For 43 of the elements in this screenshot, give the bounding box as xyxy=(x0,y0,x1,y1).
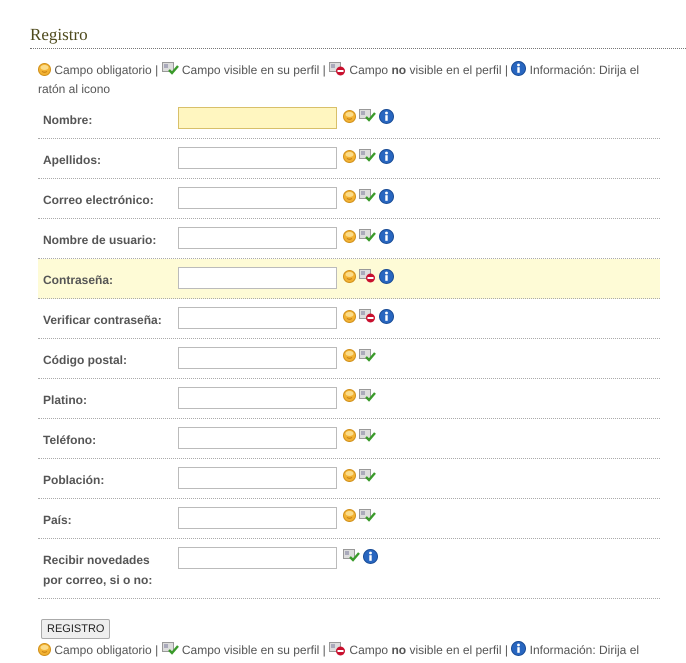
legend-text: ratón al icono xyxy=(38,82,110,96)
smiley-icon xyxy=(38,62,51,76)
legend-text: Campo no visible en el perfil | xyxy=(349,62,508,76)
field-label: Verificar contraseña: xyxy=(43,312,163,328)
legend-text: Campo visible en su perfil | xyxy=(182,642,326,656)
input-field[interactable] xyxy=(178,186,337,208)
input-field[interactable] xyxy=(178,146,337,168)
input-field[interactable] xyxy=(178,106,337,128)
legend-text: Campo obligatorio | xyxy=(54,642,158,656)
field-label: País: xyxy=(43,512,73,528)
field-label: Código postal: xyxy=(43,352,128,368)
field-label: Recibir novedades por correo, si o no: xyxy=(43,552,154,588)
field-label: Nombre de usuario: xyxy=(43,232,158,248)
field-label: Contraseña: xyxy=(43,272,114,288)
input-field[interactable] xyxy=(178,226,337,248)
legend-text: Campo visible en su perfil | xyxy=(182,62,326,76)
card-block-icon xyxy=(329,642,346,656)
field-label: Platino: xyxy=(43,392,88,408)
legend-text: Campo no visible en el perfil | xyxy=(349,642,508,656)
input-field[interactable] xyxy=(178,426,337,448)
input-field[interactable] xyxy=(178,506,337,528)
field-label: Teléfono: xyxy=(43,432,98,448)
input-field[interactable] xyxy=(178,266,337,288)
card-check-icon xyxy=(162,62,179,76)
card-block-icon xyxy=(329,62,346,76)
card-check-icon xyxy=(162,642,179,656)
input-field[interactable] xyxy=(178,346,337,368)
field-label: Apellidos: xyxy=(43,152,102,168)
field-label: Nombre: xyxy=(43,112,94,128)
legend-text: Información: Dirija el xyxy=(530,642,640,656)
field-label: Población: xyxy=(43,472,106,488)
info-icon xyxy=(511,60,526,76)
input-field[interactable] xyxy=(178,386,337,408)
input-field[interactable] xyxy=(178,466,337,488)
page-title: Registro xyxy=(30,24,88,46)
smiley-icon xyxy=(38,642,51,656)
register-button[interactable]: REGISTRO xyxy=(41,618,110,638)
legend-text: Información: Dirija el xyxy=(530,62,640,76)
input-field[interactable] xyxy=(178,546,337,568)
info-icon xyxy=(511,640,526,656)
field-label: Correo electrónico: xyxy=(43,192,155,208)
legend-text: Campo obligatorio | xyxy=(54,62,158,76)
input-field[interactable] xyxy=(178,306,337,328)
